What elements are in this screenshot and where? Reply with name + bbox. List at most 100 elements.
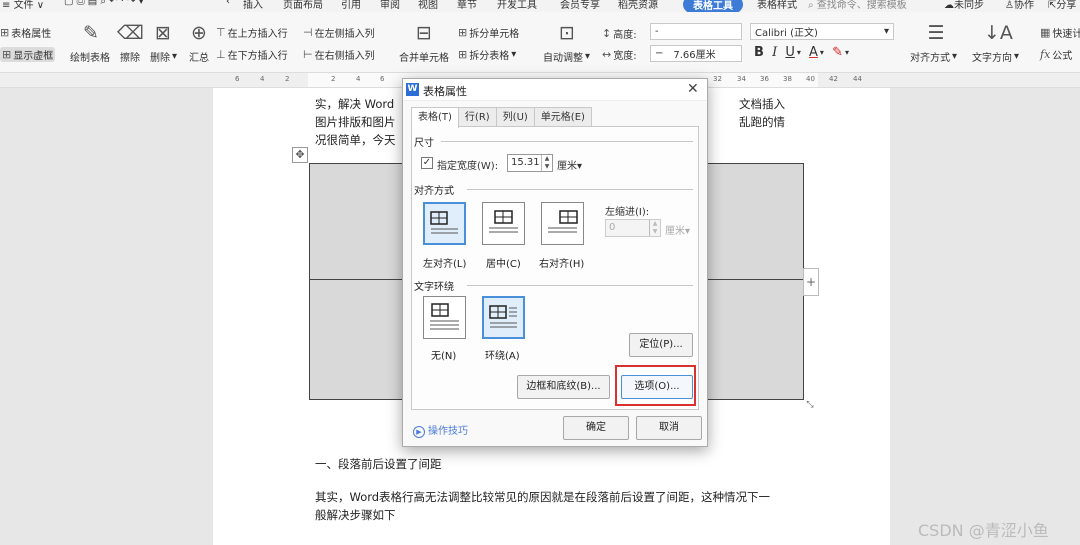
close-icon[interactable]: ✕ (687, 81, 699, 97)
underline-button[interactable]: U (785, 45, 795, 60)
insert-row-below-button[interactable]: ⊥ 在下方插入行 (216, 47, 288, 62)
insert-row-above-button[interactable]: ⊤ 在上方插入行 (216, 25, 288, 40)
italic-button[interactable]: I (772, 45, 777, 60)
bold-button[interactable]: B (754, 45, 764, 60)
align-right-icon (548, 210, 578, 233)
cancel-button[interactable]: 取消 (636, 416, 702, 440)
menu-reference[interactable]: 引用 (341, 0, 361, 11)
menu-dev[interactable]: 开发工具 (497, 0, 537, 11)
sync-status[interactable]: ☁未同步 (944, 0, 984, 11)
align-center-option[interactable] (482, 202, 525, 245)
align-center-label: 居中(C) (486, 259, 521, 270)
menu-file[interactable]: ≡ 文件 ∨ (2, 0, 44, 11)
menu-review[interactable]: 审阅 (380, 0, 400, 11)
ruler-tick: 4 (356, 75, 361, 83)
wps-logo-icon: W (406, 83, 419, 96)
wrap-around-option[interactable] (482, 296, 525, 339)
quick-calc-button[interactable]: ▦快速计算 (1040, 25, 1080, 40)
tab-cell[interactable]: 单元格(E) (533, 107, 592, 127)
table-props-icon: ⊞ (0, 26, 10, 39)
play-icon: ▶ (413, 426, 425, 438)
formula-button[interactable]: fx 公式 (1040, 47, 1072, 62)
text-direction-button[interactable]: 文字方向 ▾ (972, 49, 1019, 64)
tab-row[interactable]: 行(R) (457, 107, 497, 127)
insert-col-left-button[interactable]: ⊣ 在左侧插入列 (303, 25, 375, 40)
menu-insert[interactable]: 插入 (243, 0, 263, 11)
ruler-tick: 36 (760, 75, 769, 83)
height-label-text: 高度: (613, 30, 637, 41)
chevron-down-icon: ▾ (796, 48, 801, 57)
ok-button[interactable]: 确定 (563, 416, 629, 440)
font-select[interactable]: Calibri (正文) ▾ (750, 23, 894, 40)
dialog-titlebar[interactable]: W 表格属性 ✕ (403, 79, 707, 101)
menu-table-style[interactable]: 表格样式 (757, 0, 797, 11)
command-search[interactable]: ⌕ 查找命令、搜索模板 (808, 0, 907, 11)
specify-width-label: 指定宽度(W): (437, 161, 499, 172)
height-input[interactable]: - (650, 23, 742, 40)
formula-icon: fx (1040, 48, 1051, 61)
ruler-tick: 38 (783, 75, 792, 83)
add-column-icon[interactable]: + (803, 268, 819, 296)
insert-col-left-icon: ⊣ (303, 26, 313, 39)
highlight-icon[interactable]: ✎ (832, 45, 843, 60)
align-left-icon (430, 211, 458, 234)
share-button[interactable]: ⇱分享 (1048, 0, 1076, 11)
align-right-option[interactable] (541, 202, 584, 245)
wrap-none-label: 无(N) (431, 351, 457, 362)
chevron-down-icon: ▾ (952, 51, 958, 62)
insert-above-label: 在上方插入行 (227, 29, 288, 40)
table-props-button[interactable]: ⊞ 表格属性 (0, 25, 51, 40)
menu-layout[interactable]: 页面布局 (283, 0, 323, 11)
split-cells-button[interactable]: ⊞ 拆分单元格 (458, 25, 519, 40)
menu-scroll-left-icon[interactable]: ‹ (226, 0, 230, 7)
draw-table-button[interactable]: 绘制表格 (70, 49, 110, 64)
summary-button[interactable]: 汇总 (189, 49, 209, 64)
width-input[interactable]: − 7.66厘米 (650, 45, 742, 62)
collab-button[interactable]: ♙协作 (1005, 0, 1034, 11)
dialog-title: 表格属性 (423, 85, 467, 98)
align-left-option[interactable] (423, 202, 466, 245)
width-unit-select[interactable]: 厘米▾ (557, 157, 582, 172)
spin-arrows-icon[interactable]: ▲ ▼ (541, 155, 552, 171)
tips-link[interactable]: ▶ 操作技巧 (413, 422, 468, 438)
tab-table[interactable]: 表格(T) (411, 107, 459, 128)
insert-row-above-icon: ⊤ (216, 26, 226, 39)
menu-chapter[interactable]: 章节 (457, 0, 477, 11)
position-button[interactable]: 定位(P)... (629, 333, 693, 357)
font-color-button[interactable]: A (809, 45, 818, 60)
menu-vip[interactable]: 会员专享 (560, 0, 600, 11)
indent-unit-select: 厘米▾ (665, 226, 691, 237)
insert-col-right-button[interactable]: ⊢ 在右侧插入列 (303, 47, 375, 62)
section-divider (441, 141, 693, 142)
auto-adjust-button[interactable]: 自动调整 ▾ (543, 49, 590, 64)
quick-access-icons[interactable]: ▢ ⎙ ▤ ⌕ ↶ · ↷ ▾ (64, 0, 144, 7)
chevron-down-icon: ▾ (819, 48, 824, 57)
width-spinbox[interactable]: 15.31 ▲ ▼ (507, 154, 553, 172)
menu-template[interactable]: 稻壳资源 (618, 0, 658, 11)
show-grid-label: 显示虚框 (13, 51, 54, 62)
borders-shading-button[interactable]: 边框和底纹(B)... (517, 375, 610, 399)
menu-view[interactable]: 视图 (418, 0, 438, 11)
doc-heading: 一、段落前后设置了间距 (315, 457, 442, 471)
delete-button[interactable]: 删除 ▾ (150, 49, 177, 64)
erase-button[interactable]: 擦除 (120, 49, 140, 64)
wrap-section-title: 文字环绕 (414, 282, 454, 293)
chevron-down-icon: ▾ (1014, 51, 1020, 62)
font-name: Calibri (正文) (755, 28, 818, 39)
split-table-label: 拆分表格 (469, 51, 510, 62)
show-grid-button[interactable]: ⊞ 显示虚框 (0, 47, 56, 62)
table-resize-icon[interactable]: ⤡ (803, 400, 817, 414)
tab-column[interactable]: 列(U) (495, 107, 535, 127)
merge-cells-button[interactable]: 合并单元格 (399, 49, 449, 64)
align-mode-button[interactable]: 对齐方式 ▾ (910, 49, 957, 64)
split-table-icon: ⊞ (458, 48, 468, 61)
specify-width-checkbox[interactable]: ✓ (421, 157, 433, 169)
menu-table-tools[interactable]: 表格工具 (683, 0, 743, 12)
height-label: ↕ 高度: (602, 26, 637, 41)
delete-table-icon: ⊠ (155, 22, 171, 44)
wrap-none-option[interactable] (423, 296, 466, 339)
split-table-button[interactable]: ⊞ 拆分表格 ▾ (458, 47, 516, 62)
insert-below-label: 在下方插入行 (227, 51, 288, 62)
eraser-icon: ⌫ (117, 22, 144, 44)
table-move-handle-icon[interactable]: ✥ (292, 147, 308, 163)
